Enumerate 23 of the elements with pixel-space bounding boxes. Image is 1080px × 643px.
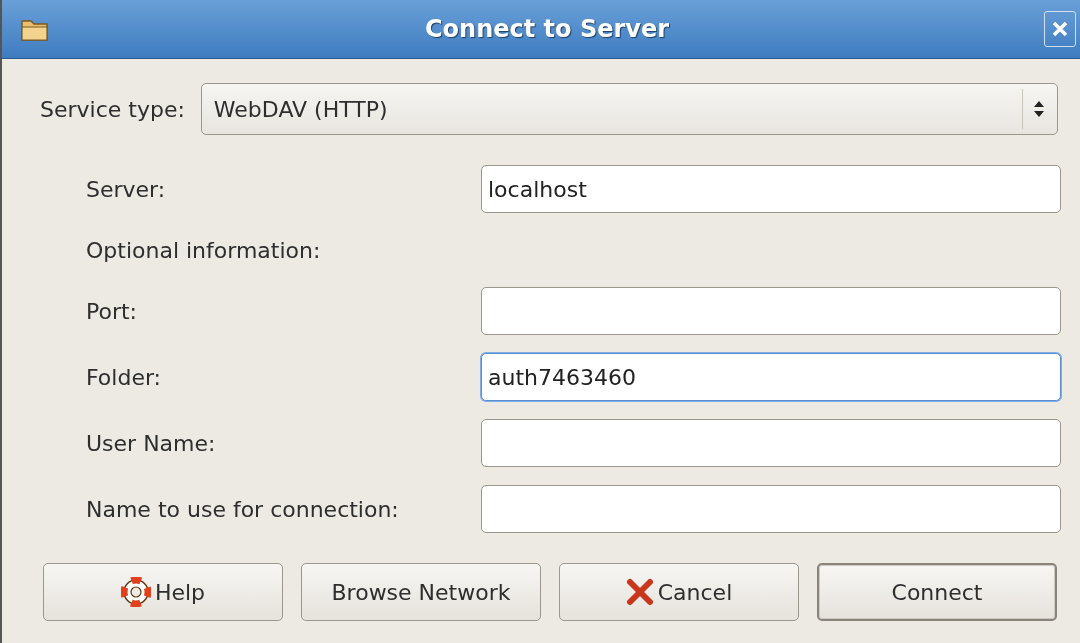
updown-icon <box>1033 99 1045 119</box>
field-label: Server: <box>86 176 167 202</box>
text-field[interactable] <box>481 287 1061 335</box>
field-label: Name to use for connection: <box>86 496 400 522</box>
text-field[interactable] <box>481 419 1061 467</box>
text-field[interactable] <box>481 485 1061 533</box>
dialog-button[interactable]: Help <box>43 563 283 621</box>
window-title: Connect to Server <box>424 15 670 43</box>
close-button[interactable] <box>1044 11 1076 47</box>
dialog-button[interactable]: Cancel <box>559 563 799 621</box>
cancel-icon <box>625 578 654 606</box>
text-field[interactable]: auth7463460 <box>481 353 1061 401</box>
text-field[interactable]: localhost <box>481 165 1061 213</box>
field-label: User Name: <box>86 430 217 456</box>
field-label: Folder: <box>86 364 162 390</box>
service-type-label: Service type: <box>40 96 185 122</box>
dialog-button[interactable]: Connect <box>817 563 1057 621</box>
lifebuoy-icon <box>120 577 151 607</box>
section-label: Optional information: <box>86 236 322 265</box>
field-label: Port: <box>86 298 139 324</box>
dialog-button[interactable]: Browse Network <box>301 563 541 621</box>
close-icon <box>1051 20 1069 38</box>
service-type-dropdown[interactable]: WebDAV (HTTP) <box>200 83 1058 135</box>
